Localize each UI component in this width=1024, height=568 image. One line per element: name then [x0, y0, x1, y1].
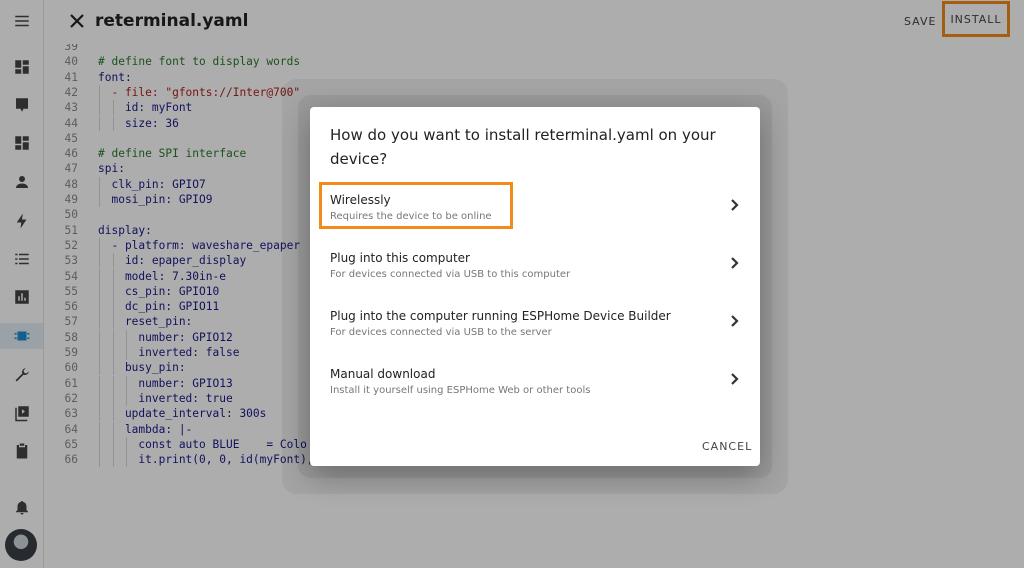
- option-manual-download[interactable]: Manual download Install it yourself usin…: [310, 367, 760, 417]
- cancel-button[interactable]: CANCEL: [702, 440, 752, 453]
- chevron-right-icon: [726, 255, 742, 271]
- chevron-right-icon: [726, 313, 742, 329]
- install-dialog: How do you want to install reterminal.ya…: [310, 107, 760, 466]
- chevron-right-icon: [726, 197, 742, 213]
- option-subtitle: For devices connected via USB to the ser…: [330, 327, 552, 338]
- chevron-right-icon: [726, 371, 742, 387]
- option-title: Wirelessly: [330, 193, 391, 207]
- option-subtitle: Install it yourself using ESPHome Web or…: [330, 385, 591, 396]
- option-title: Plug into this computer: [330, 251, 470, 265]
- option-title: Plug into the computer running ESPHome D…: [330, 309, 671, 323]
- option-plug-into-server[interactable]: Plug into the computer running ESPHome D…: [310, 309, 760, 359]
- dialog-title: How do you want to install reterminal.ya…: [330, 126, 716, 168]
- option-plug-into-this-computer[interactable]: Plug into this computer For devices conn…: [310, 251, 760, 301]
- option-title: Manual download: [330, 367, 436, 381]
- option-subtitle: For devices connected via USB to this co…: [330, 269, 571, 280]
- option-wirelessly[interactable]: Wirelessly Requires the device to be onl…: [310, 182, 760, 243]
- option-subtitle: Requires the device to be online: [330, 211, 492, 222]
